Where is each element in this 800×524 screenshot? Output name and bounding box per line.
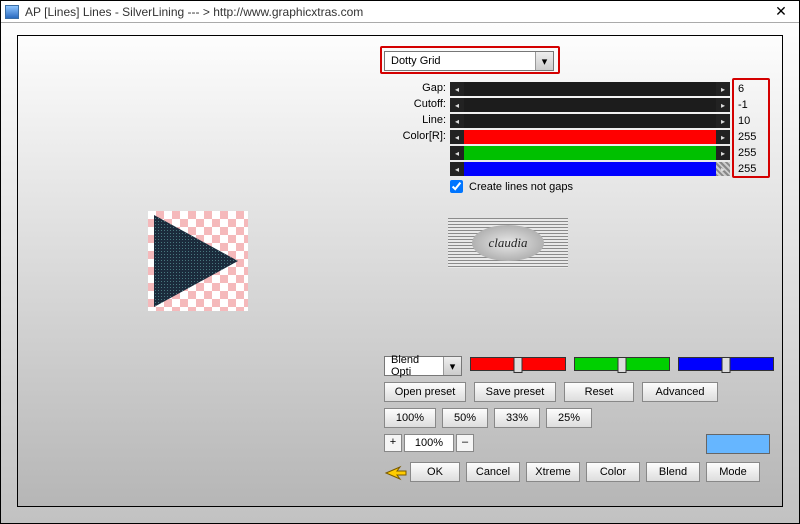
cutoff-slider[interactable]: ◂ ▸	[450, 98, 730, 112]
save-preset-button[interactable]: Save preset	[474, 382, 556, 402]
close-button[interactable]: ✕	[767, 3, 795, 21]
blend-r-track	[470, 357, 566, 371]
blend-g-slider[interactable]	[574, 356, 670, 372]
color-g-value: 255	[738, 146, 766, 160]
cutoff-track[interactable]	[464, 98, 716, 112]
chevron-down-icon: ▾	[443, 357, 461, 375]
blend-options-dropdown[interactable]: Blend Opti ▾	[384, 356, 462, 376]
color-r-track[interactable]	[464, 130, 716, 144]
color-g-track[interactable]	[464, 146, 716, 160]
gap-label: Gap:	[380, 82, 446, 94]
arrow-left-icon[interactable]: ◂	[450, 130, 464, 144]
gap-slider[interactable]: ◂ ▸	[450, 82, 730, 96]
cancel-button[interactable]: Cancel	[466, 462, 520, 482]
cutoff-label: Cutoff:	[380, 98, 446, 110]
xtreme-button[interactable]: Xtreme	[526, 462, 580, 482]
pattern-dropdown-text: Dotty Grid	[385, 55, 535, 67]
inner-panel: Dotty Grid ▾ Gap: Cutoff: Line: Color[R]…	[17, 35, 783, 507]
chevron-down-icon: ▾	[535, 52, 553, 70]
arrow-left-icon[interactable]: ◂	[450, 98, 464, 112]
zoom-row: + 100% –	[384, 434, 474, 452]
arrow-left-icon[interactable]: ◂	[450, 82, 464, 96]
mode-button[interactable]: Mode	[706, 462, 760, 482]
slider-thumb[interactable]	[722, 357, 731, 373]
blend-options-text: Blend Opti	[385, 354, 443, 378]
line-track[interactable]	[464, 114, 716, 128]
preview-area	[148, 211, 248, 311]
app-icon	[5, 5, 19, 19]
arrow-left-icon[interactable]: ◂	[450, 146, 464, 160]
color-g-slider[interactable]: ◂ ▸	[450, 146, 730, 160]
blend-button[interactable]: Blend	[646, 462, 700, 482]
arrow-left-icon[interactable]: ◂	[450, 114, 464, 128]
create-lines-checkbox[interactable]	[450, 180, 463, 193]
arrow-right-icon[interactable]: ▸	[716, 146, 730, 160]
arrow-right-icon[interactable]: ▸	[716, 114, 730, 128]
brand-logo: claudia	[448, 218, 568, 268]
arrow-right-icon[interactable]: ▸	[716, 162, 730, 176]
reset-button[interactable]: Reset	[564, 382, 634, 402]
color-b-value: 255	[738, 162, 766, 176]
brand-logo-text: claudia	[472, 225, 544, 261]
zoom-25-button[interactable]: 25%	[546, 408, 592, 428]
blend-g-track	[574, 357, 670, 371]
line-label: Line:	[380, 114, 446, 126]
arrow-right-icon[interactable]: ▸	[716, 130, 730, 144]
advanced-button[interactable]: Advanced	[642, 382, 718, 402]
color-r-slider[interactable]: ◂ ▸	[450, 130, 730, 144]
open-preset-button[interactable]: Open preset	[384, 382, 466, 402]
zoom-value[interactable]: 100%	[404, 434, 454, 452]
window-frame: AP [Lines] Lines - SilverLining --- > ht…	[0, 0, 800, 524]
ok-button[interactable]: OK	[410, 462, 460, 482]
slider-thumb[interactable]	[514, 357, 523, 373]
color-button[interactable]: Color	[586, 462, 640, 482]
zoom-100-button[interactable]: 100%	[384, 408, 436, 428]
arrow-right-icon[interactable]: ▸	[716, 98, 730, 112]
color-r-label: Color[R]:	[380, 130, 446, 142]
zoom-50-button[interactable]: 50%	[442, 408, 488, 428]
blend-r-slider[interactable]	[470, 356, 566, 372]
pattern-dropdown[interactable]: Dotty Grid ▾	[384, 51, 554, 71]
window-title: AP [Lines] Lines - SilverLining --- > ht…	[25, 5, 767, 19]
gap-track[interactable]	[464, 82, 716, 96]
create-lines-label: Create lines not gaps	[469, 181, 573, 193]
zoom-33-button[interactable]: 33%	[494, 408, 540, 428]
color-b-track[interactable]	[464, 162, 716, 176]
blend-b-slider[interactable]	[678, 356, 774, 372]
arrow-left-icon[interactable]: ◂	[450, 162, 464, 176]
color-swatch[interactable]	[706, 434, 770, 454]
zoom-out-button[interactable]: –	[456, 434, 474, 452]
color-r-value: 255	[738, 130, 766, 144]
line-value: 10	[738, 114, 766, 128]
arrow-right-icon[interactable]: ▸	[716, 82, 730, 96]
blend-b-track	[678, 357, 774, 371]
gap-value: 6	[738, 82, 766, 96]
slider-thumb[interactable]	[618, 357, 627, 373]
titlebar: AP [Lines] Lines - SilverLining --- > ht…	[1, 1, 799, 23]
color-b-slider[interactable]: ◂ ▸	[450, 162, 730, 176]
zoom-in-button[interactable]: +	[384, 434, 402, 452]
pointer-icon	[384, 464, 408, 482]
cutoff-value: -1	[738, 98, 766, 112]
line-slider[interactable]: ◂ ▸	[450, 114, 730, 128]
create-lines-checkbox-row: Create lines not gaps	[450, 180, 573, 193]
